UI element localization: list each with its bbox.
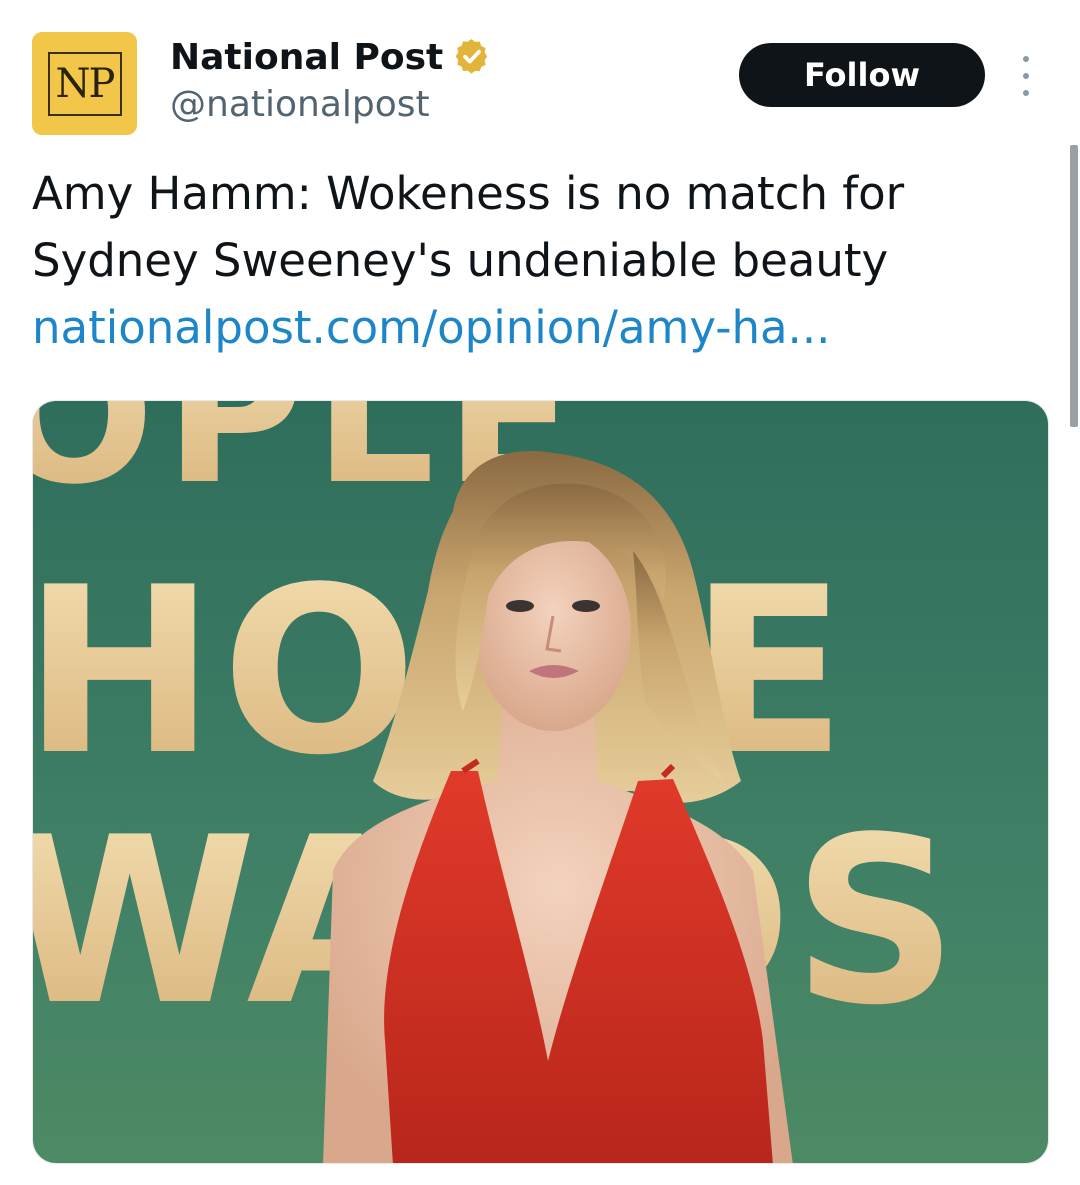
scrollbar-thumb[interactable] [1070,145,1078,427]
name-row: National Post [170,34,491,80]
tweet-media-photo[interactable]: OPLE HOICE WARDS [32,400,1049,1164]
tweet-text-line: Sydney Sweeney's undeniable beauty [32,234,889,287]
account-handle[interactable]: @nationalpost [170,84,430,125]
dot [1023,56,1029,62]
photo-illustration: OPLE HOICE WARDS [33,401,1048,1163]
display-name[interactable]: National Post [170,37,443,78]
more-vertical-icon[interactable] [1012,56,1040,96]
tweet-text-line: Amy Hamm: Wokeness is no match for [32,167,905,220]
tweet-text: Amy Hamm: Wokeness is no match for Sydne… [32,160,1042,361]
dot [1023,90,1029,96]
verified-badge-icon[interactable] [453,38,491,76]
account-avatar[interactable]: NP [32,32,137,135]
dot [1023,73,1029,79]
tweet-card: NP National Post @nationalpost Follow Am… [0,0,1080,1185]
follow-button[interactable]: Follow [739,43,985,107]
article-link[interactable]: nationalpost.com/opinion/amy-ha... [32,294,1042,361]
avatar-logo: NP [47,51,122,116]
